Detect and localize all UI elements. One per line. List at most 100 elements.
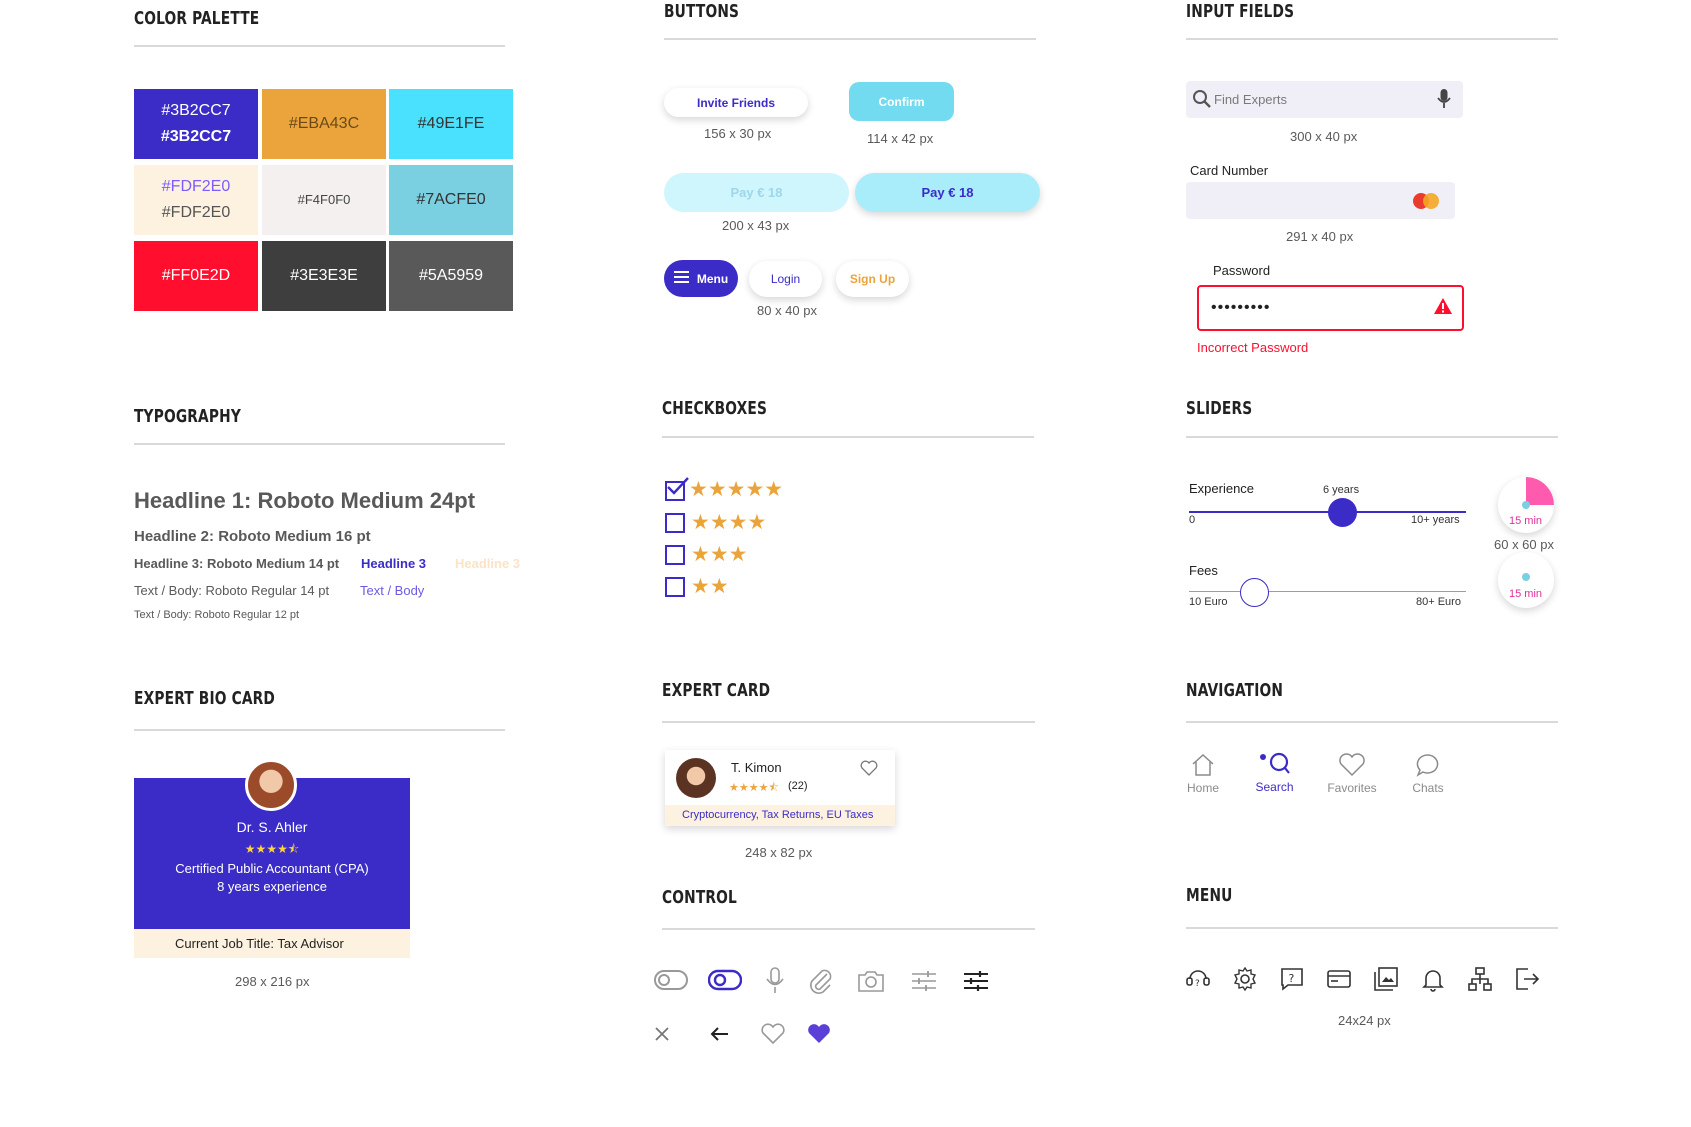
section-title-sliders: SLIDERS: [1186, 398, 1253, 419]
expert-card-reviews: (22): [788, 780, 808, 792]
divider: [662, 436, 1034, 438]
divider: [1186, 38, 1558, 40]
gallery-icon[interactable]: [1373, 966, 1399, 992]
card-number-field[interactable]: [1186, 182, 1455, 219]
nav-item-chats[interactable]: Chats: [1410, 752, 1446, 795]
fees-min: 10 Euro: [1189, 596, 1228, 608]
password-value: •••••••••: [1211, 299, 1271, 316]
help-icon[interactable]: ?: [1279, 966, 1305, 992]
divider: [134, 729, 505, 731]
svg-text:?: ?: [1289, 972, 1295, 985]
nav-item-favorites[interactable]: Favorites: [1326, 752, 1378, 795]
section-title-navigation: NAVIGATION: [1186, 680, 1284, 701]
heart-outline-icon[interactable]: [760, 1023, 786, 1045]
chat-bubble-icon: [1415, 752, 1441, 781]
sliders-icon[interactable]: [911, 970, 937, 992]
nav-label: Home: [1186, 781, 1219, 795]
paperclip-icon[interactable]: [808, 966, 834, 996]
expert-card[interactable]: T. Kimon ★★★★⯪ (22) Cryptocurrency, Tax …: [665, 750, 895, 826]
menu-button-label: Menu: [696, 271, 729, 286]
invite-friends-button[interactable]: Invite Friends: [664, 88, 808, 117]
menu-button[interactable]: Menu: [664, 260, 738, 297]
typography-h3: Headline 3: Roboto Medium 14 pt: [134, 556, 340, 571]
search-icon: [1259, 751, 1290, 780]
favorite-icon[interactable]: [860, 760, 878, 776]
settings-gear-icon[interactable]: [1232, 966, 1258, 992]
heart-filled-icon[interactable]: [806, 1023, 832, 1045]
swatch-red: #FF0E2D: [134, 241, 258, 311]
bio-card-name: Dr. S. Ahler: [236, 819, 308, 835]
swatch-label: #3E3E3E: [290, 267, 358, 284]
checkbox-3-stars[interactable]: [665, 545, 685, 565]
timer-dial[interactable]: 15 min: [1498, 552, 1554, 608]
nav-label: Search: [1255, 780, 1294, 794]
swatch-orange: #EBA43C: [262, 89, 386, 159]
nav-item-search[interactable]: Search: [1252, 751, 1297, 794]
experience-max: 10+ years: [1411, 514, 1460, 526]
swatch-label: #F4F0F0: [297, 192, 351, 207]
swatch-label: #3B2CC7: [160, 128, 232, 145]
checkbox-2-stars[interactable]: [665, 577, 685, 597]
checkbox-5-stars[interactable]: [665, 477, 689, 501]
sliders-active-icon[interactable]: [963, 970, 989, 992]
typography-body: Text / Body: Roboto Regular 14 pt: [134, 583, 330, 598]
microphone-icon[interactable]: [1437, 88, 1451, 110]
section-title-expert-bio-card: EXPERT BIO CARD: [134, 688, 276, 709]
fees-slider-track[interactable]: [1189, 591, 1466, 592]
section-title-control: CONTROL: [662, 887, 737, 908]
warning-icon: [1433, 297, 1453, 315]
divider: [134, 443, 505, 445]
checkbox-4-stars[interactable]: [665, 513, 685, 533]
fees-slider-handle[interactable]: [1240, 578, 1269, 607]
swatch-label: #FDF2E0: [161, 178, 231, 195]
logout-icon[interactable]: [1514, 966, 1540, 992]
expert-card-tags: Cryptocurrency, Tax Returns, EU Taxes: [682, 809, 874, 821]
avatar: [676, 758, 716, 798]
notification-bell-icon[interactable]: [1420, 966, 1446, 992]
microphone-icon[interactable]: [764, 966, 786, 996]
star-rating: ★★★★★: [689, 478, 784, 501]
fees-label: Fees: [1189, 563, 1218, 578]
avatar: [245, 759, 297, 811]
toggle-off-icon[interactable]: [654, 968, 688, 992]
dimension-label: 298 x 216 px: [235, 974, 310, 989]
close-icon[interactable]: [654, 1026, 670, 1042]
dimension-label: 300 x 40 px: [1290, 129, 1358, 144]
support-icon[interactable]: ?: [1185, 966, 1211, 992]
sitemap-icon[interactable]: [1467, 966, 1493, 992]
login-button[interactable]: Login: [749, 261, 822, 297]
expert-card-tags-bar: Cryptocurrency, Tax Returns, EU Taxes: [665, 805, 895, 826]
payment-card-icon[interactable]: [1326, 966, 1352, 992]
card-number-label: Card Number: [1190, 163, 1269, 178]
signup-button[interactable]: Sign Up: [836, 261, 909, 297]
divider: [664, 38, 1036, 40]
nav-item-home[interactable]: Home: [1184, 752, 1222, 795]
password-field[interactable]: •••••••••: [1197, 285, 1464, 331]
bio-card-footer: Current Job Title: Tax Advisor: [134, 929, 410, 958]
search-input[interactable]: Find Experts: [1186, 81, 1463, 118]
dimension-label: 156 x 30 px: [704, 126, 772, 141]
timer-label: 15 min: [1509, 515, 1543, 527]
divider: [1186, 721, 1558, 723]
pay-button-disabled[interactable]: Pay € 18: [664, 173, 849, 212]
toggle-on-icon[interactable]: [708, 968, 742, 992]
swatch-label: #FF0E2D: [161, 267, 231, 284]
swatch-label: #5A5959: [418, 267, 484, 284]
bio-card-job: Current Job Title: Tax Advisor: [175, 936, 344, 951]
pay-button[interactable]: Pay € 18: [855, 173, 1040, 212]
confirm-button[interactable]: Confirm: [849, 82, 954, 121]
swatch-cyan: #49E1FE: [389, 89, 513, 159]
camera-icon[interactable]: [856, 968, 886, 994]
typography-h1: Headline 1: Roboto Medium 24pt: [134, 488, 476, 513]
typography-body-purple: Text / Body: [360, 583, 425, 598]
dimension-label: 200 x 43 px: [722, 218, 790, 233]
experience-slider-handle[interactable]: [1328, 498, 1357, 527]
dimension-label: 60 x 60 px: [1494, 537, 1554, 552]
back-arrow-icon[interactable]: [710, 1026, 730, 1042]
dimension-label: 114 x 42 px: [867, 131, 934, 146]
swatch-dark: #3E3E3E: [262, 241, 386, 311]
timer-dial-active[interactable]: 15 min: [1498, 477, 1554, 533]
heart-icon: [1338, 752, 1366, 781]
swatch-label: #EBA43C: [288, 115, 360, 132]
star-rating: ★★★★: [691, 511, 767, 534]
